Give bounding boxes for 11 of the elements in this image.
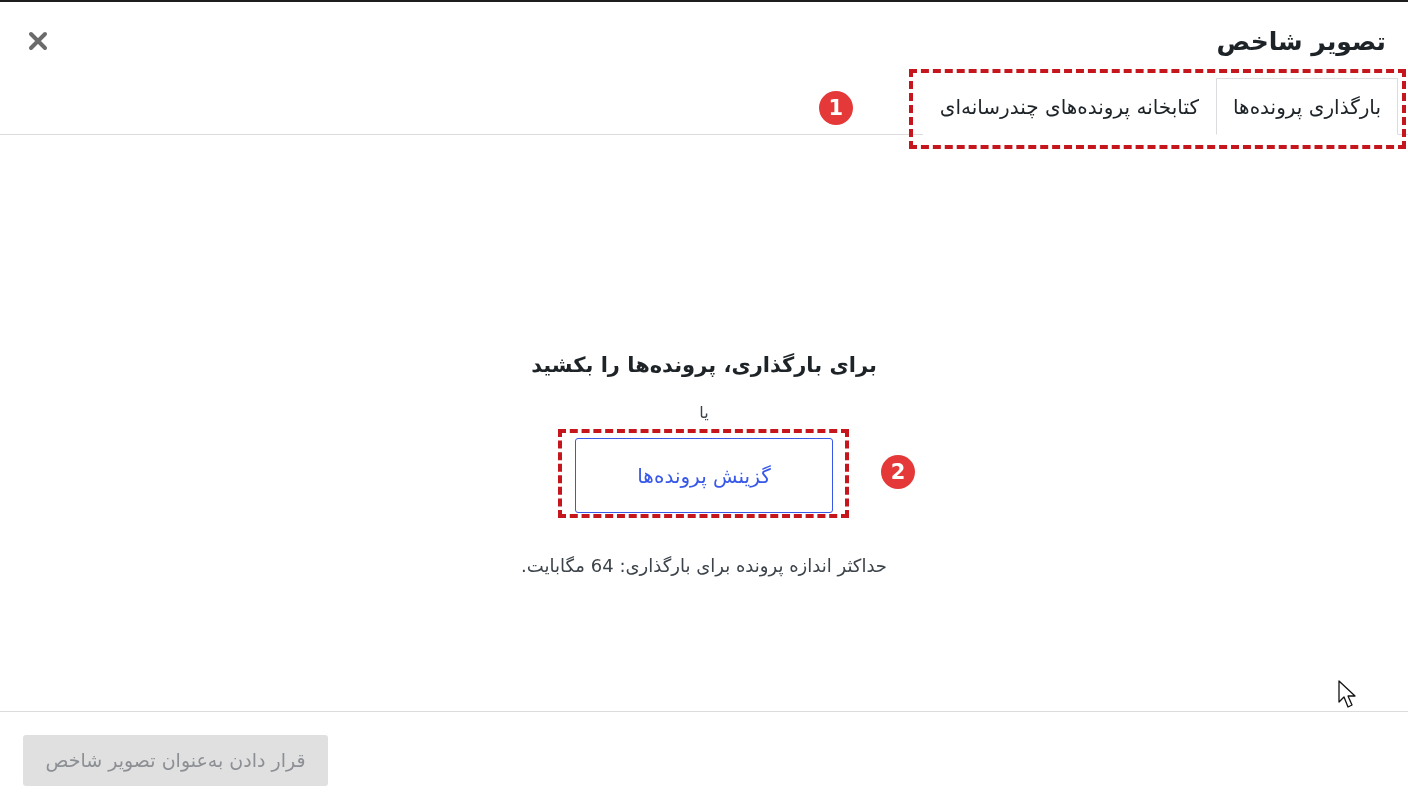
step-number-badge: 1: [818, 91, 853, 125]
tab[interactable]: بارگذاری پرونده‌ها: [1216, 78, 1398, 135]
close-button[interactable]: [28, 31, 48, 51]
step-number-badge: 2: [881, 455, 915, 489]
or-text: یا: [699, 403, 709, 422]
drop-instruction: برای بارگذاری، پرونده‌ها را بکشید: [531, 353, 877, 377]
max-size-note: حداکثر اندازه پرونده برای بارگذاری: 64 مگابایت.: [521, 555, 887, 576]
select-files-button[interactable]: گزینش پرونده‌ها: [575, 438, 833, 513]
dialog-title: تصویر شاخص: [1216, 26, 1386, 56]
mouse-pointer-icon: [1338, 680, 1358, 709]
close-icon: [28, 31, 48, 51]
